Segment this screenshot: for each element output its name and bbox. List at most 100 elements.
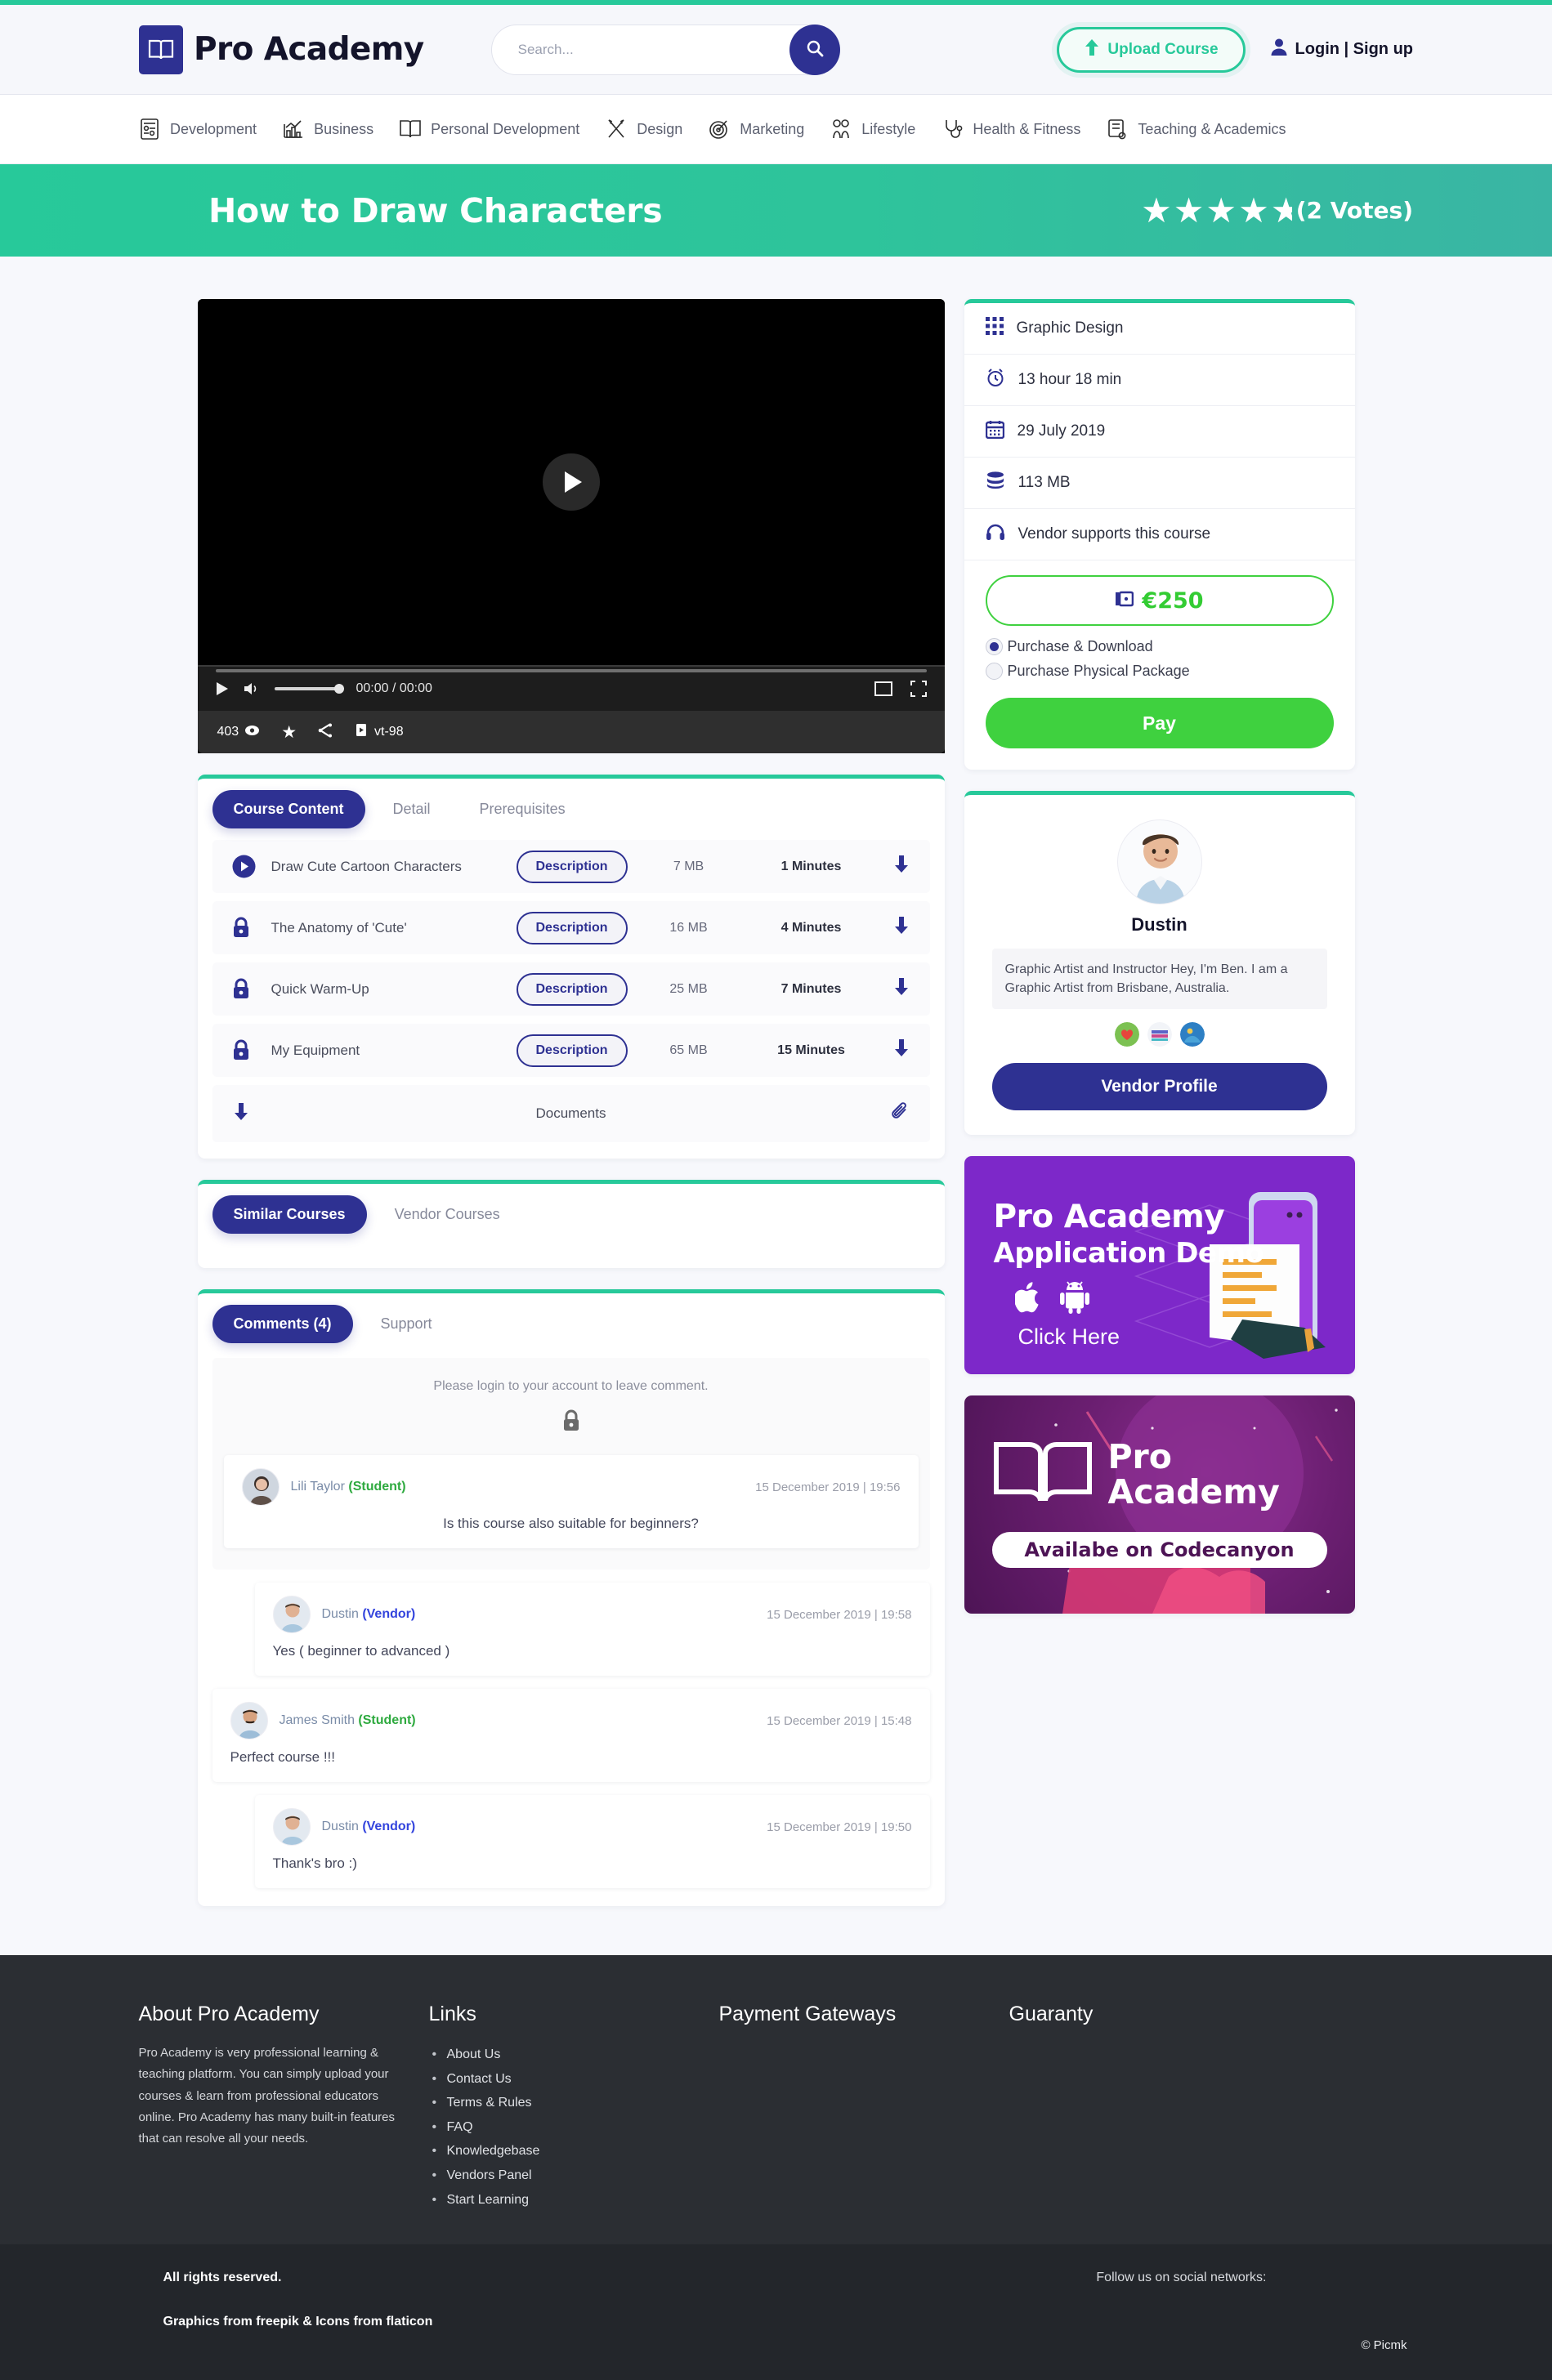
footer-link[interactable]: Start Learning	[429, 2188, 695, 2213]
footer-link[interactable]: Vendors Panel	[429, 2163, 695, 2188]
tab-vendor-courses[interactable]: Vendor Courses	[373, 1195, 521, 1234]
documents-row[interactable]: Documents	[212, 1085, 930, 1142]
pay-button[interactable]: Pay	[985, 698, 1334, 748]
lesson-list: Draw Cute Cartoon Characters Description…	[198, 837, 945, 1159]
table-row[interactable]: Draw Cute Cartoon Characters Description…	[212, 840, 930, 893]
comment-author[interactable]: Dustin (Vendor)	[322, 1607, 416, 1622]
star-icon: ★	[1238, 190, 1271, 230]
share-button[interactable]	[318, 723, 333, 742]
download-icon[interactable]	[892, 855, 910, 878]
book-badge-icon[interactable]	[1147, 1022, 1172, 1047]
category-business[interactable]: Business	[281, 117, 373, 141]
download-icon[interactable]	[892, 1038, 910, 1062]
site-header: Pro Academy Upload Course	[0, 5, 1552, 95]
volume-slider[interactable]	[274, 684, 344, 694]
video-player: 00:00 / 00:00 403 ★ vt-98	[197, 299, 945, 753]
table-row[interactable]: The Anatomy of 'Cute' Description 16 MB …	[212, 901, 930, 954]
footer-link[interactable]: Contact Us	[429, 2067, 695, 2092]
picture-in-picture-icon[interactable]	[874, 681, 892, 696]
comment-date: 15 December 2019 | 15:48	[767, 1713, 912, 1728]
vendor-social-badges	[992, 1022, 1327, 1047]
video-code[interactable]: vt-98	[354, 723, 404, 742]
video-progress-bar[interactable]	[215, 669, 927, 672]
comment-author[interactable]: Dustin (Vendor)	[322, 1820, 416, 1834]
description-button[interactable]: Description	[516, 911, 628, 944]
comment-author[interactable]: James Smith (Student)	[280, 1713, 416, 1728]
banner-cta[interactable]: Click Here	[1018, 1324, 1355, 1350]
similar-courses-card: Similar Courses Vendor Courses	[197, 1180, 945, 1268]
footer-guaranty: Guaranty	[1009, 2003, 1299, 2212]
volume-icon[interactable]	[244, 681, 260, 696]
paperclip-icon[interactable]	[892, 1101, 910, 1126]
footer-link[interactable]: About Us	[429, 2043, 695, 2067]
banner-app-demo[interactable]: Pro Academy Application Demo Click Here	[964, 1156, 1355, 1375]
table-row[interactable]: My Equipment Description 65 MB 15 Minute…	[212, 1024, 930, 1077]
video-stage[interactable]	[197, 299, 945, 665]
category-health-fitness[interactable]: Health & Fitness	[940, 117, 1080, 141]
lock-icon	[232, 978, 260, 1000]
banner-cta[interactable]: Availabe on Codecanyon	[1024, 1538, 1294, 1561]
download-icon[interactable]	[232, 1102, 250, 1126]
search-input[interactable]	[490, 24, 836, 75]
upload-course-button[interactable]: Upload Course	[1057, 26, 1246, 73]
search-icon	[805, 38, 825, 60]
category-personal-development[interactable]: Personal Development	[398, 117, 579, 141]
comment-user-role: (Student)	[358, 1713, 416, 1727]
follow-us-text: Follow us on social networks:	[1096, 2271, 1267, 2285]
search-button[interactable]	[789, 24, 840, 75]
banner-codecanyon[interactable]: Pro Academy Availabe on Codecanyon	[964, 1395, 1355, 1614]
footer-link[interactable]: Knowledgebase	[429, 2139, 695, 2163]
vendor-profile-button[interactable]: Vendor Profile	[991, 1063, 1327, 1111]
comment-author[interactable]: Lili Taylor (Student)	[291, 1480, 406, 1494]
lesson-title: The Anatomy of 'Cute'	[271, 919, 407, 935]
favorite-button[interactable]: ★	[281, 724, 297, 741]
category-marketing[interactable]: Marketing	[707, 117, 804, 141]
volume-knob[interactable]	[333, 684, 344, 694]
votes-label: (2 Votes)	[1295, 197, 1413, 224]
login-signup-link[interactable]: Login | Sign up	[1270, 38, 1413, 61]
similar-courses-tabs: Similar Courses Vendor Courses	[198, 1184, 945, 1242]
description-button[interactable]: Description	[516, 972, 628, 1006]
play-overlay-button[interactable]	[542, 453, 600, 511]
tab-detail[interactable]: Detail	[372, 790, 452, 828]
description-button[interactable]: Description	[516, 850, 628, 883]
radio-button[interactable]	[985, 638, 1003, 655]
comment-header: Lili Taylor (Student) 15 December 2019 |…	[241, 1468, 901, 1506]
download-icon[interactable]	[892, 916, 910, 940]
purchase-option-download[interactable]: Purchase & Download	[964, 631, 1355, 655]
rights-text: All rights reserved.	[163, 2271, 282, 2285]
footer-link[interactable]: FAQ	[429, 2115, 695, 2140]
table-row[interactable]: Quick Warm-Up Description 25 MB 7 Minute…	[212, 962, 930, 1016]
vendor-bio: Graphic Artist and Instructor Hey, I'm B…	[991, 949, 1327, 1010]
comments-card: Comments (4) Support Please login to you…	[197, 1289, 945, 1906]
meta-date: 29 July 2019	[964, 406, 1355, 458]
play-icon	[565, 471, 582, 493]
tab-comments[interactable]: Comments (4)	[212, 1305, 353, 1343]
fullscreen-icon[interactable]	[910, 681, 927, 697]
play-circle-icon[interactable]	[232, 855, 260, 878]
tab-support[interactable]: Support	[360, 1305, 454, 1343]
category-design[interactable]: Design	[604, 117, 682, 141]
purchase-option-physical[interactable]: Purchase Physical Package	[964, 655, 1355, 680]
brand-logo[interactable]: Pro Academy	[139, 25, 424, 74]
sidebar-column: Graphic Design 13 hour 18 min 29 July 20…	[964, 299, 1355, 1906]
footer-link[interactable]: Terms & Rules	[429, 2091, 695, 2115]
globe-badge-icon[interactable]	[1179, 1022, 1205, 1047]
heart-badge-icon[interactable]	[1114, 1022, 1139, 1047]
radio-button[interactable]	[985, 663, 1003, 680]
comment-text: Thank's bro :)	[272, 1855, 357, 1871]
search-bar	[490, 24, 840, 75]
category-lifestyle[interactable]: Lifestyle	[829, 117, 915, 141]
tab-similar-courses[interactable]: Similar Courses	[212, 1195, 367, 1234]
tab-course-content[interactable]: Course Content	[212, 790, 365, 828]
category-teaching-academics[interactable]: Teaching & Academics	[1105, 117, 1286, 141]
category-label: Design	[637, 120, 683, 137]
comment-user-name: Dustin	[321, 1607, 359, 1621]
avatar	[272, 1808, 311, 1846]
download-icon[interactable]	[892, 977, 910, 1001]
stethoscope-icon	[940, 117, 964, 141]
description-button[interactable]: Description	[516, 1034, 628, 1067]
tab-prerequisites[interactable]: Prerequisites	[458, 790, 587, 828]
play-button[interactable]	[216, 681, 229, 696]
category-development[interactable]: Development	[137, 117, 257, 141]
